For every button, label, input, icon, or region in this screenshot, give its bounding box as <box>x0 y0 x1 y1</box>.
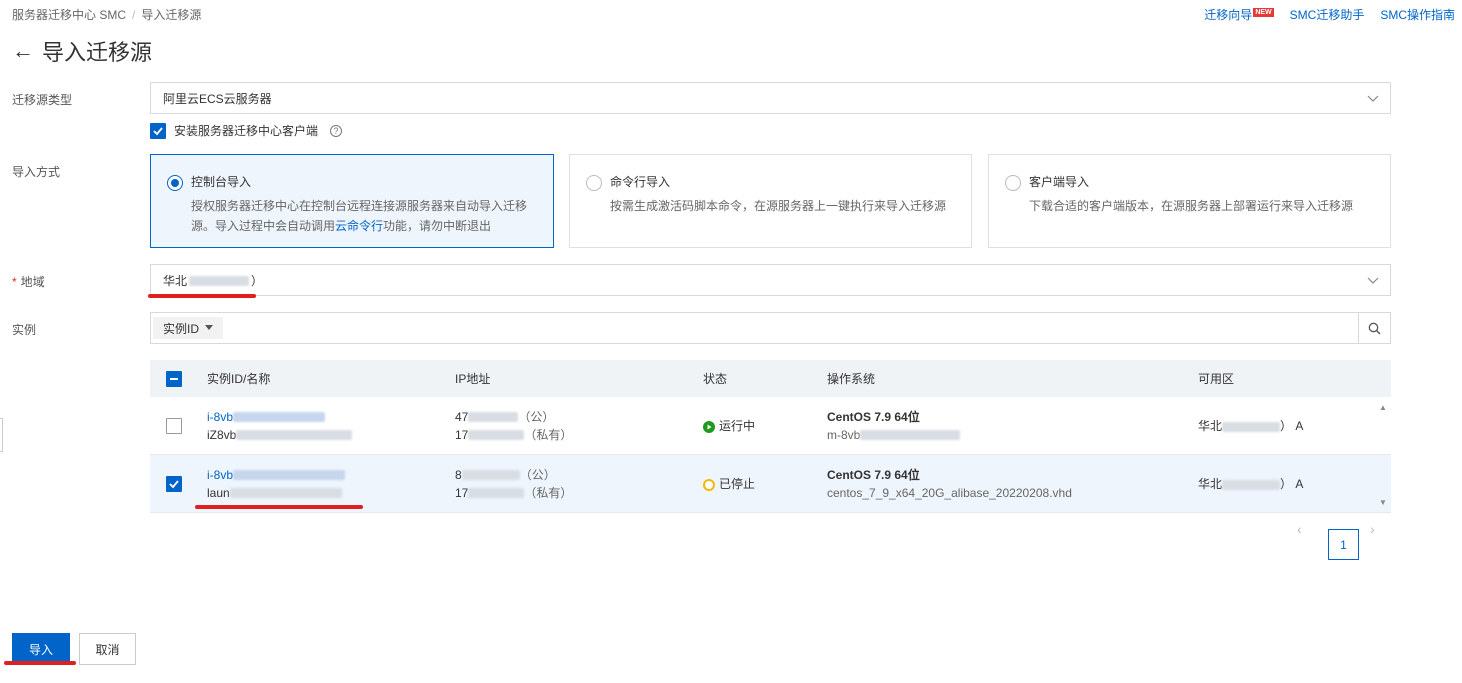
back-arrow-icon[interactable]: ← <box>12 40 34 62</box>
os-cell: CentOS 7.9 64位 centos_7_9_x64_20G_alibas… <box>827 467 1072 500</box>
header-ip: IP地址 <box>455 372 491 386</box>
stopped-status-icon <box>703 478 715 491</box>
search-field-dropdown[interactable]: 实例ID <box>153 317 224 339</box>
scroll-up-icon[interactable]: ▲ <box>1379 403 1387 412</box>
method-console-desc: 授权服务器迁移中心在控制台远程连接源服务器来自动导入迁移 源。导入过程中会自动调… <box>191 199 528 233</box>
prev-page-button[interactable]: ‹ <box>1297 521 1302 537</box>
row-checkbox[interactable] <box>166 475 182 492</box>
redacted-text <box>236 430 353 441</box>
instance-label: 实例 <box>12 323 37 337</box>
help-question-icon[interactable]: ? <box>330 124 343 137</box>
migration-wizard-link[interactable]: 迁移向导 NEW <box>1204 6 1274 23</box>
region-label: * 地域 <box>12 275 45 289</box>
top-links: 迁移向导 NEW SMC迁移助手 SMC操作指南 <box>1204 6 1455 23</box>
table-scrollbar[interactable]: ▲ ▼ <box>1375 397 1391 513</box>
breadcrumb-current: 导入迁移源 <box>141 8 202 22</box>
table-header: 实例ID/名称 IP地址 状态 操作系统 可用区 <box>150 360 1391 397</box>
breadcrumb-separator: / <box>132 8 136 22</box>
page-header: ← 导入迁移源 <box>12 35 152 67</box>
redacted-text <box>468 430 525 441</box>
region-select[interactable]: 华北） <box>150 264 1391 296</box>
smc-assistant-link[interactable]: SMC迁移助手 <box>1290 6 1365 23</box>
breadcrumb-root[interactable]: 服务器迁移中心 SMC <box>12 8 126 22</box>
redacted-text <box>229 488 342 499</box>
method-console-radio[interactable] <box>167 175 183 191</box>
side-panel-handle[interactable] <box>0 418 3 452</box>
install-client-label: 安装服务器迁移中心客户端 <box>174 124 319 138</box>
instance-id-cell: i-8vb iZ8vb <box>207 408 353 444</box>
check-icon <box>169 479 179 488</box>
method-client-desc: 下载合适的客户端版本，在源服务器上部署运行来导入迁移源 <box>1029 199 1354 213</box>
region-value: 华北） <box>163 273 264 288</box>
header-zone: 可用区 <box>1198 372 1235 386</box>
status-cell: 运行中 <box>703 417 755 434</box>
breadcrumb: 服务器迁移中心 SMC / 导入迁移源 <box>12 6 201 23</box>
row-checkbox[interactable] <box>166 417 182 434</box>
install-client-checkbox[interactable] <box>150 122 166 139</box>
method-client-title: 客户端导入 <box>1029 175 1090 189</box>
import-method-label: 导入方式 <box>12 165 61 179</box>
cloud-shell-link[interactable]: 云命令行 <box>335 219 383 233</box>
method-cli-title: 命令行导入 <box>610 175 671 189</box>
instance-id-link[interactable]: i-8vb <box>207 468 233 482</box>
new-badge: NEW <box>1253 8 1274 17</box>
smc-guide-link[interactable]: SMC操作指南 <box>1380 6 1455 23</box>
next-page-button[interactable]: › <box>1370 521 1375 537</box>
redacted-text <box>1222 421 1281 432</box>
annotation-underline-instance <box>195 505 363 509</box>
instance-search-input[interactable] <box>223 314 1356 342</box>
install-client-row: 安装服务器迁移中心客户端 ? <box>150 122 343 139</box>
source-type-select[interactable]: 阿里云ECS云服务器 <box>150 82 1391 114</box>
status-text: 运行中 <box>719 419 756 433</box>
chevron-down-icon <box>1367 277 1379 284</box>
running-status-icon <box>703 420 715 433</box>
header-status: 状态 <box>703 372 728 386</box>
redacted-text <box>1222 479 1281 490</box>
indeterminate-icon <box>170 377 178 380</box>
method-card-cli[interactable]: 命令行导入 按需生成激活码脚本命令，在源服务器上一键执行来导入迁移源 <box>569 154 972 248</box>
method-cli-radio[interactable] <box>586 175 602 191</box>
redacted-text <box>860 430 961 441</box>
instance-id-link[interactable]: i-8vb <box>207 410 233 424</box>
ip-cell: 8 （公） 17 （私有） <box>455 467 573 500</box>
search-button[interactable] <box>1358 313 1390 343</box>
redacted-text <box>233 412 326 423</box>
method-cli-desc: 按需生成激活码脚本命令，在源服务器上一键执行来导入迁移源 <box>610 199 947 213</box>
source-type-value: 阿里云ECS云服务器 <box>163 91 272 106</box>
instance-table: 实例ID/名称 IP地址 状态 操作系统 可用区 i-8vb iZ8vb 47 （… <box>150 360 1391 513</box>
page-button-current[interactable]: 1 <box>1328 529 1359 560</box>
scroll-down-icon[interactable]: ▼ <box>1379 498 1387 507</box>
instance-search-box: 实例ID <box>150 312 1391 344</box>
zone-cell: 华北） A <box>1198 419 1304 433</box>
source-type-label: 迁移源类型 <box>12 93 73 107</box>
status-cell: 已停止 <box>703 475 755 492</box>
redacted-text <box>468 412 519 423</box>
required-mark: * <box>12 275 17 289</box>
redacted-text <box>461 470 520 481</box>
method-card-client[interactable]: 客户端导入 下载合适的客户端版本，在源服务器上部署运行来导入迁移源 <box>988 154 1391 248</box>
method-client-radio[interactable] <box>1005 175 1021 191</box>
method-card-console[interactable]: 控制台导入 授权服务器迁移中心在控制台远程连接源服务器来自动导入迁移 源。导入过… <box>150 154 554 248</box>
redacted-text <box>233 470 346 481</box>
caret-down-icon <box>205 325 214 330</box>
status-text: 已停止 <box>719 477 756 491</box>
chevron-down-icon <box>1367 95 1379 102</box>
search-icon <box>1368 322 1381 334</box>
method-console-title: 控制台导入 <box>191 175 252 189</box>
zone-cell: 华北） A <box>1198 477 1304 491</box>
redacted-text <box>189 276 250 287</box>
table-row[interactable]: i-8vb iZ8vb 47 （公） 17 （私有） 运行中 CentOS 7.9 … <box>150 397 1391 455</box>
annotation-underline-import <box>4 661 76 665</box>
ip-cell: 47 （公） 17 （私有） <box>455 409 573 442</box>
page-title: 导入迁移源 <box>42 40 153 65</box>
header-os: 操作系统 <box>827 372 876 386</box>
redacted-text <box>468 488 525 499</box>
check-icon <box>153 126 163 135</box>
header-id[interactable]: 实例ID/名称 <box>207 370 270 387</box>
os-cell: CentOS 7.9 64位 m-8vb <box>827 408 961 444</box>
annotation-underline-region <box>148 294 256 298</box>
instance-id-cell: i-8vb laun <box>207 466 346 502</box>
cancel-button[interactable]: 取消 <box>79 633 136 665</box>
select-all-checkbox[interactable] <box>166 370 182 387</box>
